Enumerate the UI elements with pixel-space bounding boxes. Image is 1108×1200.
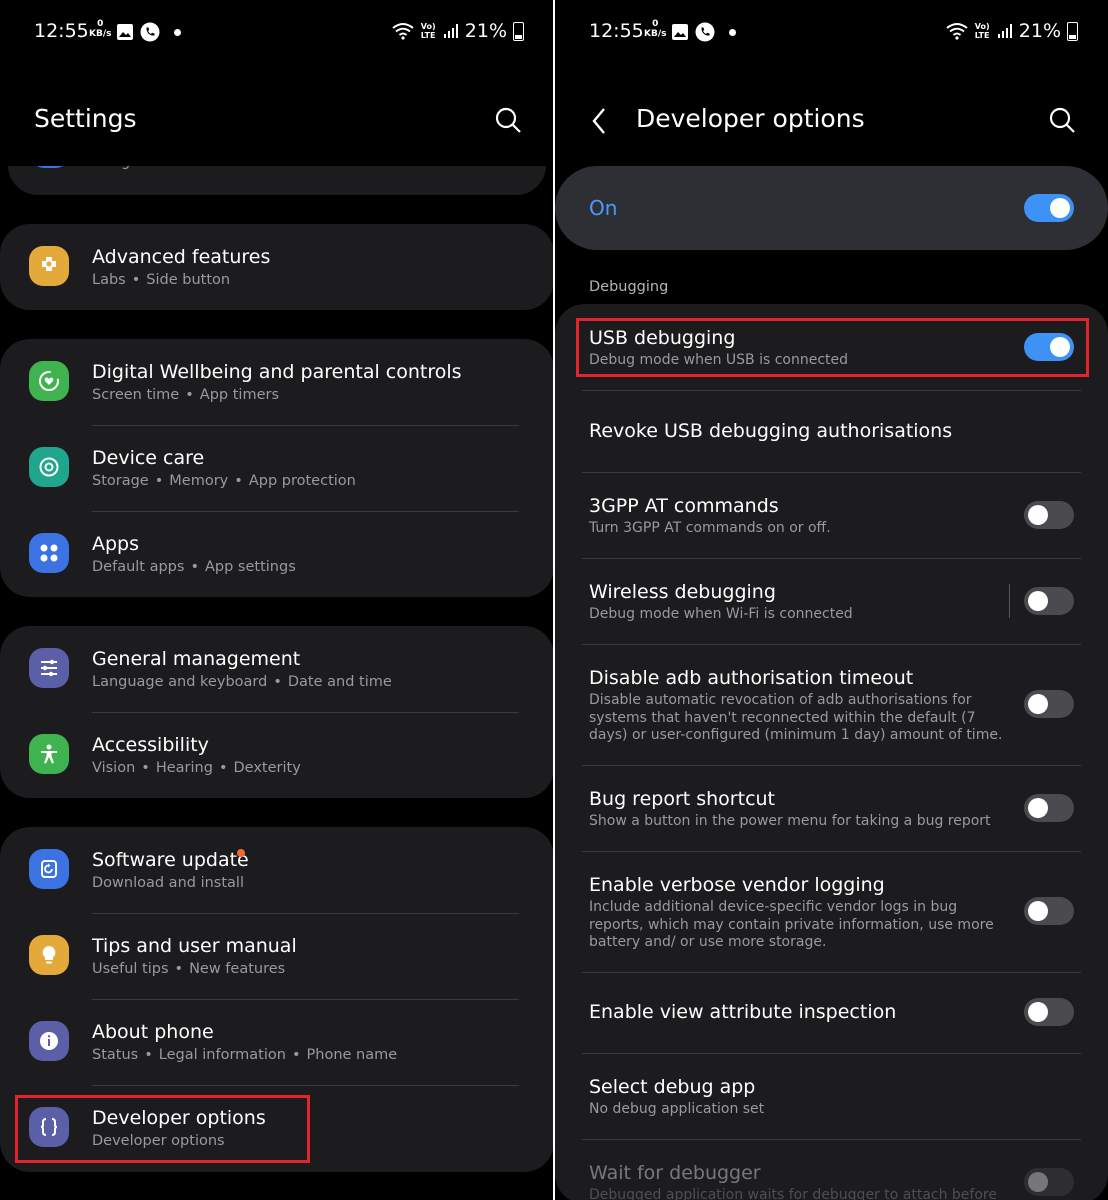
info-icon — [29, 1021, 69, 1061]
debugging-card: USB debugging Debug mode when USB is con… — [555, 304, 1108, 1200]
general-group-card: General management Language and keyboard… — [0, 626, 554, 798]
master-toggle[interactable] — [1024, 194, 1074, 222]
back-arrow-icon[interactable] — [589, 106, 609, 136]
puzzle-gear-icon — [29, 246, 69, 286]
wifi-icon — [392, 23, 414, 40]
status-time: 12:55 — [589, 20, 644, 42]
lte-icon: Vo) LTE — [420, 22, 436, 40]
bug-report-shortcut-item[interactable]: Bug report shortcut Show a button in the… — [555, 765, 1108, 851]
software-update-icon — [29, 849, 69, 889]
tips-item[interactable]: Tips and user manual Useful tips • New fea… — [0, 913, 554, 999]
wait-for-debugger-item: Wait for debugger Debugged application w… — [555, 1139, 1108, 1200]
wellbeing-group-card: Digital Wellbeing and parental controls … — [0, 339, 554, 597]
apps-item[interactable]: Apps Default apps • App settings — [0, 511, 554, 597]
advanced-features-card: Advanced features Labs • Side button — [0, 224, 554, 310]
wireless-debugging-item[interactable]: Wireless debugging Debug mode when Wi-Fi… — [555, 558, 1108, 644]
status-bar: 12:55 0 KB/s Vo) LTE 21% — [34, 18, 524, 48]
search-icon[interactable] — [1048, 106, 1076, 134]
battery-icon — [1067, 21, 1078, 41]
phone-call-icon — [140, 22, 160, 42]
accessibility-item[interactable]: Accessibility Vision • Hearing • Dexterity — [0, 712, 554, 798]
net-speed: 0 KB/s — [644, 19, 667, 39]
page-title-overlay: Settings — [34, 104, 137, 133]
accessibility-person-icon — [29, 734, 69, 774]
battery-icon — [513, 21, 524, 41]
software-update-item[interactable]: Software update Download and install — [0, 827, 554, 913]
bug-report-toggle[interactable] — [1024, 794, 1074, 822]
verbose-logging-toggle[interactable] — [1024, 897, 1074, 925]
apps-grid-icon — [29, 533, 69, 573]
sliders-icon — [29, 648, 69, 688]
signal-icon — [997, 24, 1012, 38]
battery-percent: 21% — [1018, 20, 1061, 42]
digital-wellbeing-item[interactable]: Digital Wellbeing and parental controls … — [0, 339, 554, 425]
wireless-debugging-toggle[interactable] — [1024, 587, 1074, 615]
lte-icon: Vo) LTE — [974, 22, 990, 40]
wellbeing-heart-icon — [29, 361, 69, 401]
3gpp-at-commands-item[interactable]: 3GPP AT commands Turn 3GPP AT commands o… — [555, 472, 1108, 558]
master-toggle-card[interactable]: On — [555, 166, 1108, 250]
gallery-icon — [672, 24, 688, 40]
3gpp-toggle[interactable] — [1024, 501, 1074, 529]
status-bar: 12:55 0 KB/s Vo) LTE 21% — [589, 18, 1078, 48]
verbose-vendor-logging-item[interactable]: Enable verbose vendor logging Include ad… — [555, 851, 1108, 972]
net-speed: 0 KB/s — [89, 19, 112, 39]
usb-debugging-highlight — [576, 318, 1089, 377]
about-phone-item[interactable]: About phone Status • Legal information • Pho… — [0, 999, 554, 1085]
phone-call-icon — [695, 22, 715, 42]
settings-screen: 12:55 0KB/s Vo) LTE 21% Settings Google … — [0, 0, 554, 1200]
view-attribute-inspection-item[interactable]: Enable view attribute inspection — [555, 972, 1108, 1053]
general-management-item[interactable]: General management Language and keyboard… — [0, 626, 554, 712]
view-attribute-toggle[interactable] — [1024, 998, 1074, 1026]
search-icon[interactable] — [494, 106, 522, 134]
select-debug-app-item[interactable]: Select debug app No debug application se… — [555, 1053, 1108, 1139]
battery-percent: 21% — [464, 20, 507, 42]
revoke-usb-authorisations-item[interactable]: Revoke USB debugging authorisations — [555, 390, 1108, 472]
gallery-icon — [117, 24, 133, 40]
status-time: 12:55 — [34, 20, 89, 42]
signal-icon — [443, 24, 458, 38]
wireless-divider — [1009, 584, 1010, 618]
update-badge-dot — [237, 849, 245, 857]
device-care-icon — [29, 447, 69, 487]
developer-options-highlight — [15, 1095, 310, 1163]
advanced-features-item[interactable]: Advanced features Labs • Side button — [0, 224, 554, 310]
notification-dot-icon — [729, 28, 736, 36]
debugging-section-header: Debugging — [589, 279, 669, 295]
device-care-item[interactable]: Device care Storage • Memory • App protectio… — [0, 425, 554, 511]
lightbulb-icon — [29, 935, 69, 975]
developer-options-screen: 12:55 0 KB/s Vo) LTE 21% Developer option… — [555, 0, 1108, 1200]
wait-debugger-toggle — [1024, 1168, 1074, 1196]
notification-dot-icon — [174, 28, 181, 36]
adb-timeout-item[interactable]: Disable adb authorisation timeout Disabl… — [555, 644, 1108, 765]
wifi-icon — [946, 23, 968, 40]
adb-timeout-toggle[interactable] — [1024, 690, 1074, 718]
master-on-label: On — [589, 196, 618, 220]
page-title: Developer options — [636, 104, 865, 133]
